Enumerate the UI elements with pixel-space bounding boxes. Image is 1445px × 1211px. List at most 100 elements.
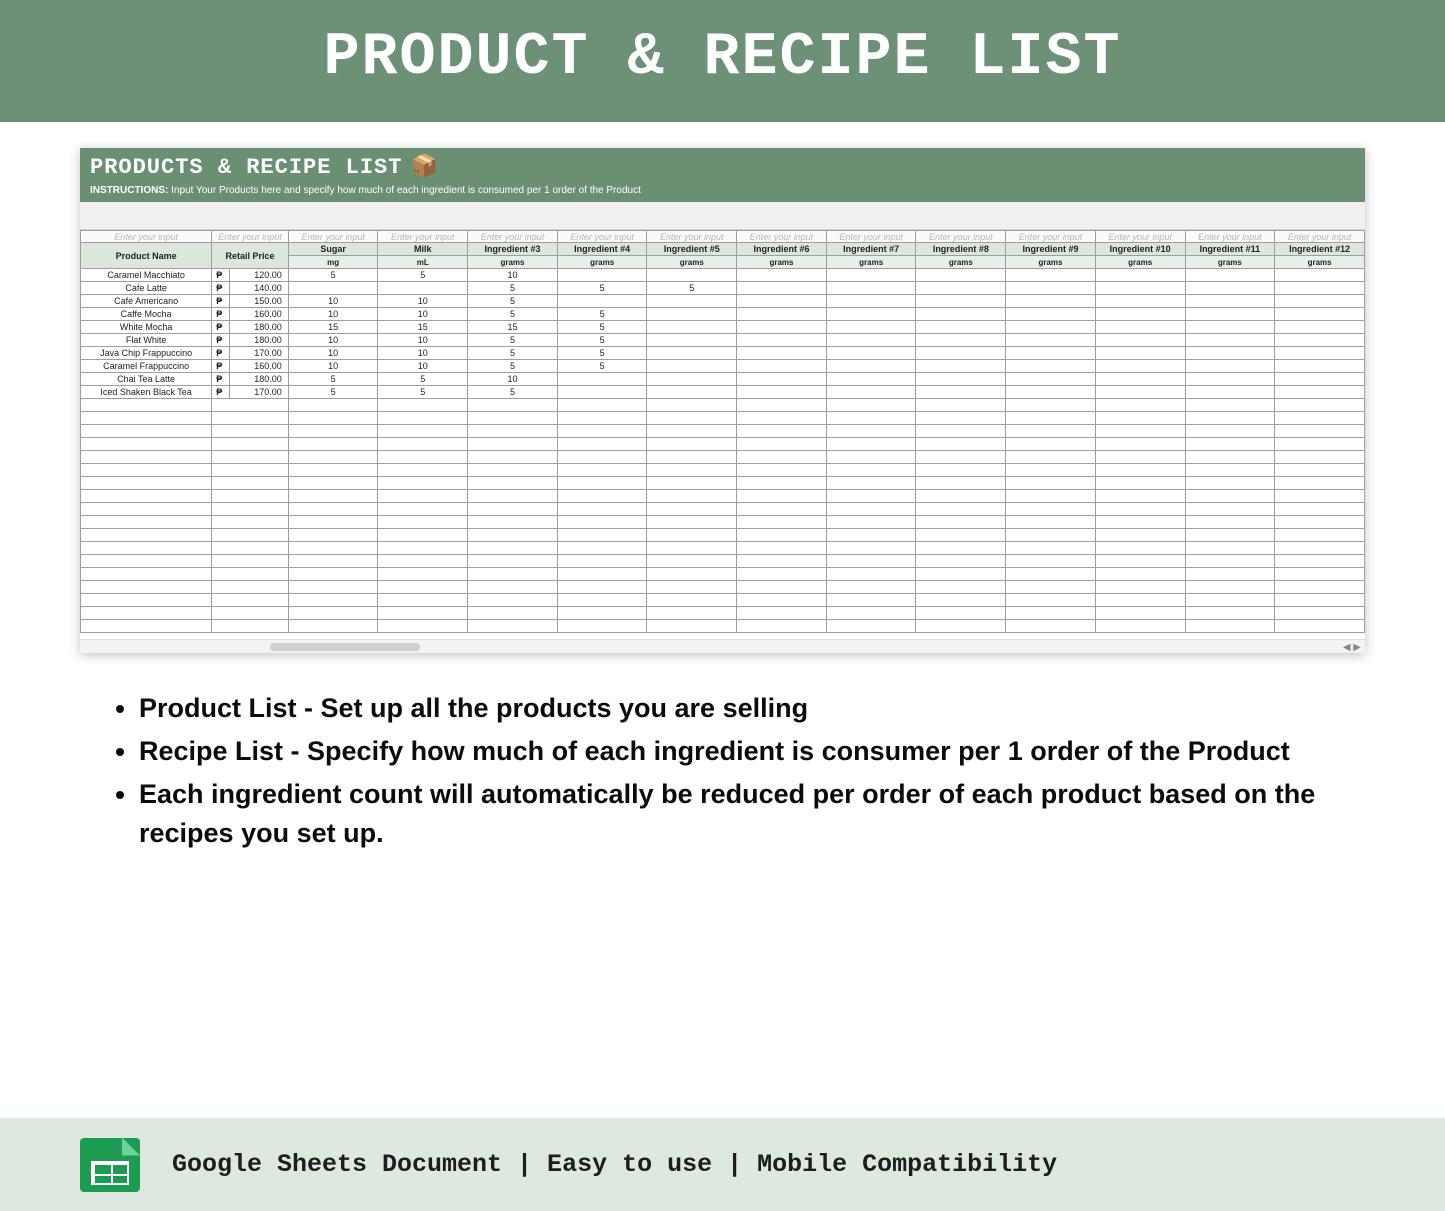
col-header-ingredient[interactable]: Ingredient #3 <box>468 243 558 256</box>
cell-ingredient-value[interactable] <box>737 373 827 386</box>
cell-empty[interactable] <box>916 399 1006 412</box>
cell-empty[interactable] <box>1095 516 1185 529</box>
cell-empty[interactable] <box>378 477 468 490</box>
cell-price[interactable]: 160.00 <box>229 308 288 321</box>
table-row[interactable]: White Mocha₱180.001515155 <box>81 321 1365 334</box>
cell-empty[interactable] <box>1185 503 1275 516</box>
cell-empty[interactable] <box>1275 620 1365 633</box>
cell-ingredient-value[interactable]: 15 <box>468 321 558 334</box>
cell-empty[interactable] <box>1006 464 1096 477</box>
cell-ingredient-value[interactable]: 10 <box>378 347 468 360</box>
cell-empty[interactable] <box>1275 594 1365 607</box>
cell-ingredient-value[interactable] <box>1275 334 1365 347</box>
cell-ingredient-value[interactable] <box>1275 308 1365 321</box>
cell-empty[interactable] <box>1006 529 1096 542</box>
cell-empty[interactable] <box>81 464 212 477</box>
col-header-ingredient[interactable]: Ingredient #9 <box>1006 243 1096 256</box>
col-header-ingredient[interactable]: Ingredient #8 <box>916 243 1006 256</box>
table-row[interactable] <box>81 581 1365 594</box>
cell-ingredient-value[interactable] <box>1185 334 1275 347</box>
cell-empty[interactable] <box>826 464 916 477</box>
cell-empty[interactable] <box>557 516 647 529</box>
cell-empty[interactable] <box>81 425 212 438</box>
table-row[interactable] <box>81 490 1365 503</box>
cell-empty[interactable] <box>212 425 289 438</box>
cell-empty[interactable] <box>557 581 647 594</box>
cell-empty[interactable] <box>212 451 289 464</box>
cell-ingredient-value[interactable] <box>288 282 378 295</box>
cell-empty[interactable] <box>826 477 916 490</box>
cell-empty[interactable] <box>81 568 212 581</box>
cell-empty[interactable] <box>288 542 378 555</box>
cell-ingredient-value[interactable] <box>647 269 737 282</box>
cell-empty[interactable] <box>1006 581 1096 594</box>
scroll-nav-arrows[interactable]: ◀ ▶ <box>1343 640 1361 653</box>
cell-empty[interactable] <box>288 568 378 581</box>
cell-empty[interactable] <box>557 594 647 607</box>
cell-ingredient-value[interactable] <box>826 308 916 321</box>
cell-ingredient-value[interactable] <box>916 308 1006 321</box>
cell-empty[interactable] <box>1185 438 1275 451</box>
cell-product-name[interactable]: Caramel Frappuccino <box>81 360 212 373</box>
col-header-unit[interactable]: grams <box>916 256 1006 269</box>
cell-ingredient-value[interactable]: 5 <box>557 282 647 295</box>
cell-empty[interactable] <box>557 490 647 503</box>
cell-ingredient-value[interactable] <box>557 269 647 282</box>
cell-ingredient-value[interactable] <box>647 373 737 386</box>
table-row[interactable] <box>81 516 1365 529</box>
cell-ingredient-value[interactable] <box>1095 373 1185 386</box>
cell-empty[interactable] <box>916 464 1006 477</box>
cell-empty[interactable] <box>916 477 1006 490</box>
cell-empty[interactable] <box>647 529 737 542</box>
cell-empty[interactable] <box>1275 568 1365 581</box>
cell-empty[interactable] <box>557 529 647 542</box>
cell-empty[interactable] <box>916 529 1006 542</box>
cell-ingredient-value[interactable] <box>1185 308 1275 321</box>
cell-empty[interactable] <box>288 477 378 490</box>
cell-empty[interactable] <box>378 399 468 412</box>
cell-ingredient-value[interactable]: 15 <box>378 321 468 334</box>
cell-empty[interactable] <box>737 477 827 490</box>
cell-empty[interactable] <box>826 620 916 633</box>
cell-empty[interactable] <box>1006 490 1096 503</box>
cell-empty[interactable] <box>737 451 827 464</box>
cell-empty[interactable] <box>212 568 289 581</box>
cell-empty[interactable] <box>1185 451 1275 464</box>
cell-empty[interactable] <box>212 555 289 568</box>
cell-empty[interactable] <box>737 503 827 516</box>
cell-empty[interactable] <box>288 425 378 438</box>
cell-ingredient-value[interactable]: 10 <box>378 360 468 373</box>
cell-empty[interactable] <box>916 451 1006 464</box>
cell-product-name[interactable]: Cafe Americano <box>81 295 212 308</box>
cell-ingredient-value[interactable] <box>1006 295 1096 308</box>
cell-empty[interactable] <box>557 477 647 490</box>
cell-ingredient-value[interactable] <box>557 295 647 308</box>
cell-empty[interactable] <box>826 555 916 568</box>
cell-empty[interactable] <box>1095 503 1185 516</box>
cell-empty[interactable] <box>1006 607 1096 620</box>
cell-empty[interactable] <box>1185 607 1275 620</box>
table-row[interactable] <box>81 503 1365 516</box>
table-row[interactable]: Cafe Americano₱150.0010105 <box>81 295 1365 308</box>
cell-empty[interactable] <box>378 581 468 594</box>
cell-price[interactable]: 120.00 <box>229 269 288 282</box>
cell-empty[interactable] <box>288 490 378 503</box>
cell-ingredient-value[interactable]: 5 <box>468 360 558 373</box>
cell-empty[interactable] <box>378 542 468 555</box>
cell-empty[interactable] <box>826 503 916 516</box>
cell-empty[interactable] <box>1095 529 1185 542</box>
col-header-unit[interactable]: grams <box>826 256 916 269</box>
cell-empty[interactable] <box>468 490 558 503</box>
cell-empty[interactable] <box>212 516 289 529</box>
cell-empty[interactable] <box>916 490 1006 503</box>
cell-ingredient-value[interactable] <box>1185 347 1275 360</box>
horizontal-scrollbar[interactable]: ◀ ▶ <box>80 639 1365 653</box>
cell-empty[interactable] <box>1006 542 1096 555</box>
table-row[interactable] <box>81 464 1365 477</box>
cell-empty[interactable] <box>916 581 1006 594</box>
cell-empty[interactable] <box>916 594 1006 607</box>
col-header-unit[interactable]: mL <box>378 256 468 269</box>
table-row[interactable]: Flat White₱180.00101055 <box>81 334 1365 347</box>
cell-ingredient-value[interactable]: 5 <box>468 386 558 399</box>
cell-ingredient-value[interactable] <box>916 386 1006 399</box>
